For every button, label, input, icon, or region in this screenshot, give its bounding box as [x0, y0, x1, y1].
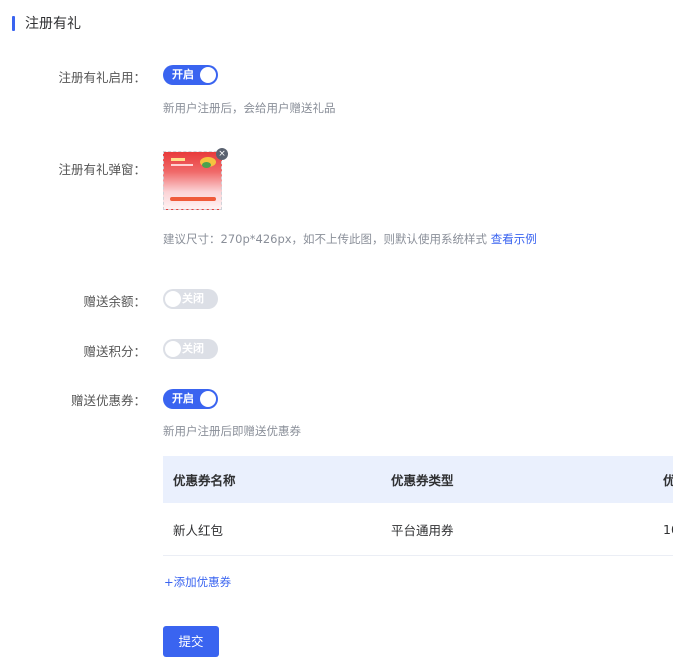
table-header-row: 优惠券名称 优惠券类型 优	[163, 456, 673, 503]
coupon-switch[interactable]: 开启	[163, 389, 218, 409]
switch-knob	[200, 391, 216, 407]
table-header-name: 优惠券名称	[173, 473, 236, 488]
balance-label: 赠送余额：	[83, 294, 146, 309]
points-switch[interactable]: 关闭	[163, 339, 218, 359]
coupon-label: 赠送优惠券：	[70, 393, 146, 408]
switch-knob	[165, 341, 181, 357]
points-label: 赠送积分：	[83, 344, 146, 359]
popup-image-thumbnail[interactable]	[163, 151, 222, 210]
table-header-truncated: 优	[663, 473, 673, 488]
points-switch-text: 关闭	[182, 342, 204, 355]
thumb-leaf-graphic	[202, 162, 211, 168]
balance-switch-text: 关闭	[182, 292, 204, 305]
table-cell-truncated: 10	[663, 521, 673, 537]
coupon-table: 优惠券名称 优惠券类型 优 新人红包 平台通用券 10	[163, 456, 673, 556]
section-accent-bar	[12, 15, 15, 31]
register-enable-switch[interactable]: 开启	[163, 65, 218, 85]
table-cell-name: 新人红包	[173, 522, 224, 538]
submit-button[interactable]: 提交	[163, 626, 219, 657]
popup-label: 注册有礼弹窗：	[58, 162, 146, 177]
popup-hint: 建议尺寸：270p*426px，如不上传此图，则默认使用系统样式 查看示例	[163, 231, 537, 247]
section-title: 注册有礼	[12, 14, 81, 32]
popup-hint-text: 建议尺寸：270p*426px，如不上传此图，则默认使用系统样式	[163, 232, 488, 246]
coupon-hint: 新用户注册后即赠送优惠券	[163, 424, 301, 438]
section-title-text: 注册有礼	[25, 16, 81, 32]
view-example-link[interactable]: 查看示例	[491, 232, 537, 246]
table-row: 新人红包 平台通用券 10	[163, 503, 673, 556]
table-header-type: 优惠券类型	[391, 473, 454, 488]
balance-switch[interactable]: 关闭	[163, 289, 218, 309]
thumb-button-graphic	[170, 197, 216, 201]
switch-knob	[200, 67, 216, 83]
register-enable-hint: 新用户注册后，会给用户赠送礼品	[163, 101, 336, 115]
switch-knob	[165, 291, 181, 307]
thumb-title-graphic	[171, 158, 185, 161]
remove-image-close-icon[interactable]: ×	[216, 148, 228, 160]
register-enable-label: 注册有礼启用：	[58, 70, 146, 85]
add-coupon-link[interactable]: +添加优惠券	[164, 574, 231, 590]
popup-image-upload[interactable]: ×	[163, 148, 228, 211]
table-cell-type: 平台通用券	[391, 522, 454, 538]
thumb-subtitle-graphic	[171, 164, 193, 166]
coupon-switch-text: 开启	[172, 392, 194, 405]
register-enable-switch-text: 开启	[172, 68, 194, 81]
